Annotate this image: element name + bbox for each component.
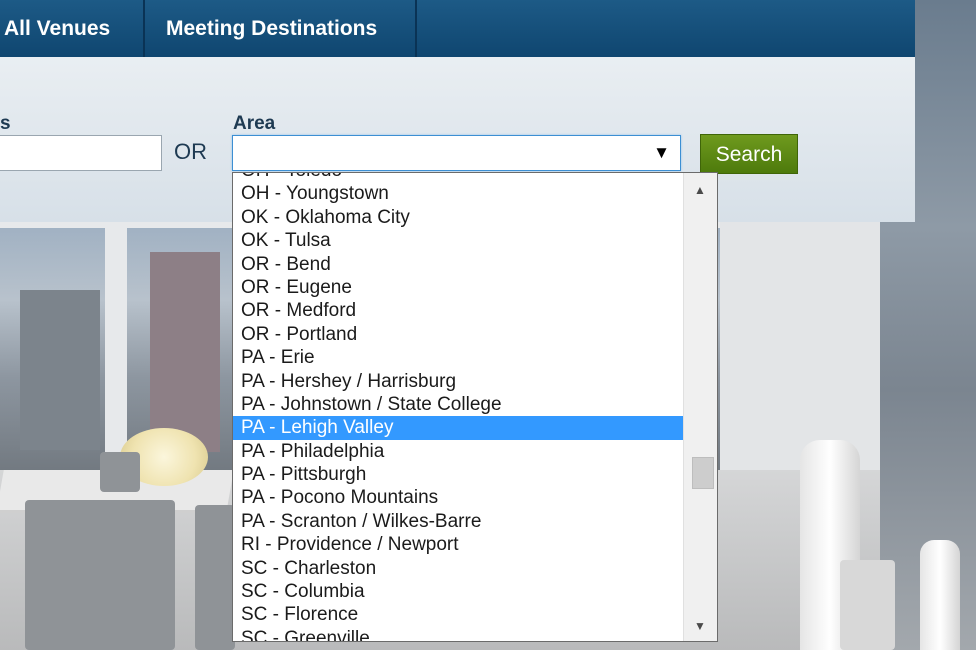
dropdown-arrow-icon[interactable]: ▼: [653, 143, 670, 163]
nav-all-venues[interactable]: All Venues: [0, 0, 145, 57]
area-label: Area: [233, 113, 276, 134]
area-option[interactable]: PA - Scranton / Wilkes-Barre: [233, 510, 685, 533]
scroll-up-icon[interactable]: ▲: [694, 183, 706, 197]
area-option[interactable]: PA - Erie: [233, 346, 685, 369]
area-options: OH - ToledoOH - YoungstownOK - Oklahoma …: [233, 173, 685, 641]
scroll-down-icon[interactable]: ▼: [694, 619, 706, 633]
area-option[interactable]: PA - Johnstown / State College: [233, 393, 685, 416]
area-option[interactable]: RI - Providence / Newport: [233, 533, 685, 556]
area-option[interactable]: SC - Charleston: [233, 557, 685, 580]
area-dropdown-list[interactable]: OH - ToledoOH - YoungstownOK - Oklahoma …: [232, 172, 718, 642]
keyword-input[interactable]: [0, 135, 162, 171]
search-button[interactable]: Search: [700, 134, 798, 174]
vase: [920, 540, 960, 650]
area-option[interactable]: OR - Portland: [233, 323, 685, 346]
top-nav: All Venues Meeting Destinations: [0, 0, 915, 57]
building: [150, 252, 220, 452]
area-option[interactable]: PA - Hershey / Harrisburg: [233, 370, 685, 393]
area-option[interactable]: OK - Oklahoma City: [233, 206, 685, 229]
chair: [840, 560, 895, 650]
keyword-label: s: [0, 113, 11, 134]
area-option[interactable]: OR - Eugene: [233, 276, 685, 299]
area-option[interactable]: PA - Pittsburgh: [233, 463, 685, 486]
area-option[interactable]: OK - Tulsa: [233, 229, 685, 252]
area-option[interactable]: OR - Medford: [233, 299, 685, 322]
wall-panel: [720, 222, 880, 482]
building: [20, 290, 100, 450]
area-select[interactable]: ▼: [232, 135, 681, 171]
chair: [195, 505, 235, 650]
area-option[interactable]: OH - Youngstown: [233, 182, 685, 205]
area-option[interactable]: OR - Bend: [233, 253, 685, 276]
area-option[interactable]: PA - Philadelphia: [233, 440, 685, 463]
or-separator: OR: [174, 139, 207, 164]
chair: [100, 452, 140, 492]
nav-meeting-destinations[interactable]: Meeting Destinations: [145, 0, 417, 57]
chair: [25, 500, 175, 650]
area-option[interactable]: PA - Lehigh Valley: [233, 416, 685, 440]
dropdown-scrollbar[interactable]: ▲ ▼: [683, 173, 717, 641]
area-option[interactable]: OH - Toledo: [233, 173, 685, 182]
area-option[interactable]: SC - Columbia: [233, 580, 685, 603]
area-option[interactable]: SC - Greenville: [233, 627, 685, 641]
area-option[interactable]: PA - Pocono Mountains: [233, 486, 685, 509]
area-option[interactable]: SC - Florence: [233, 603, 685, 626]
scrollbar-thumb[interactable]: [692, 457, 714, 489]
